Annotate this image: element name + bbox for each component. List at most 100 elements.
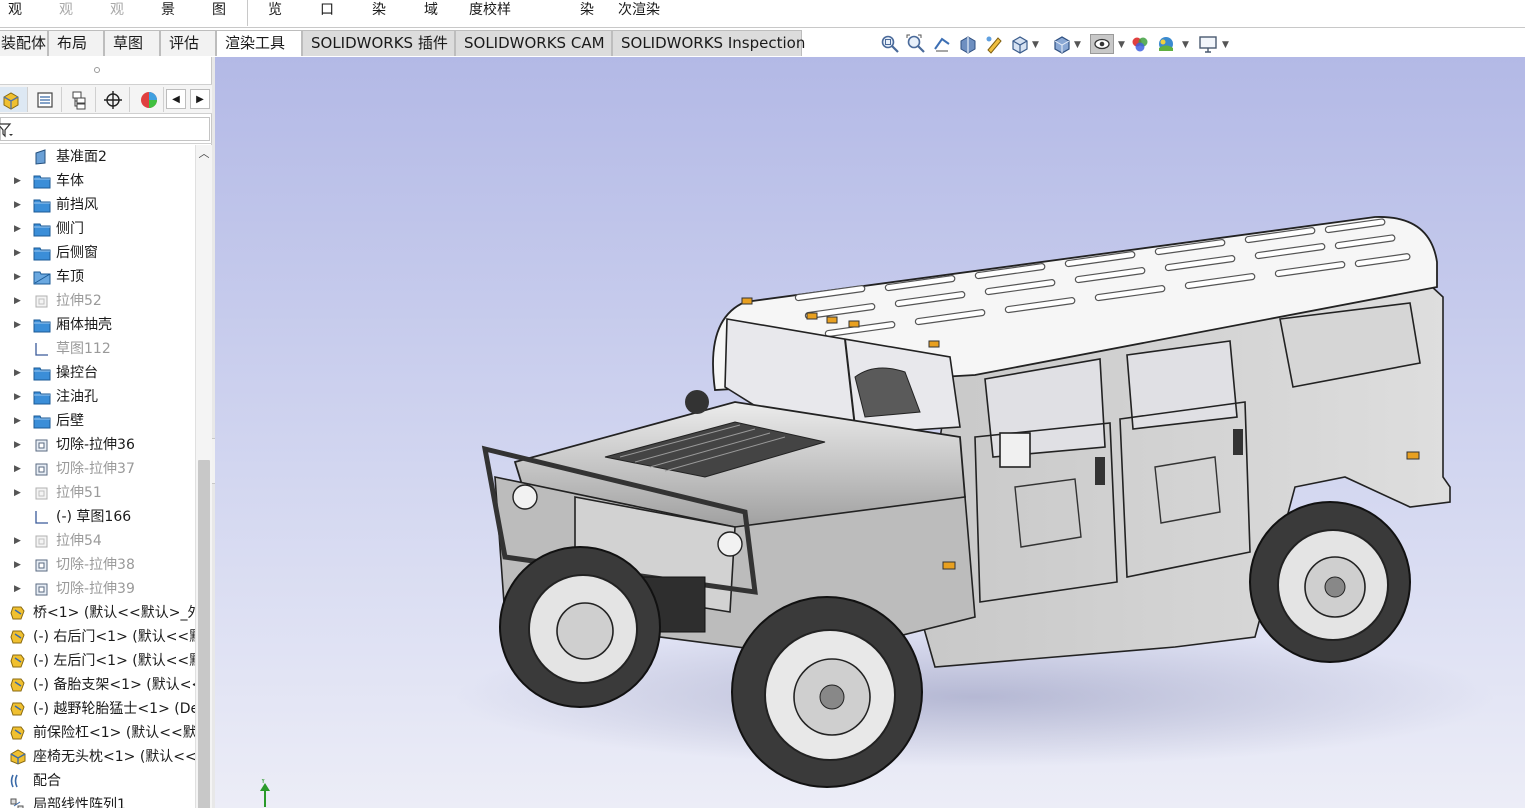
- cmd-item-2[interactable]: 观: [110, 1, 124, 19]
- tree-item[interactable]: 前保险杠<1> (默认<<默认: [0, 721, 196, 745]
- tree-item[interactable]: 基准面2: [0, 145, 196, 169]
- tree-item[interactable]: ▶ 切除-拉伸37: [0, 457, 196, 481]
- tab-sketch[interactable]: 草图: [104, 30, 160, 56]
- tab-scroll-right-icon[interactable]: ▶: [190, 89, 210, 109]
- tab-scroll-left-icon[interactable]: ◀: [166, 89, 186, 109]
- view-orientation-caret-icon[interactable]: ▼: [1032, 40, 1039, 50]
- tree-item[interactable]: 配合: [0, 769, 196, 793]
- tree-item[interactable]: (-) 右后门<1> (默认<<默: [0, 625, 196, 649]
- cmd-item-7[interactable]: 染: [372, 1, 386, 19]
- zoom-to-area-icon[interactable]: [906, 34, 926, 54]
- expand-arrow-icon[interactable]: ▶: [14, 265, 22, 289]
- apply-scene-icon[interactable]: [1156, 34, 1176, 54]
- tree-item[interactable]: (-) 草图166: [0, 505, 196, 529]
- heads-up-view-toolbar: ▼ ▼ ▼ ▼ ▼: [878, 32, 1238, 56]
- expand-arrow-icon[interactable]: ▶: [14, 457, 22, 481]
- tree-item[interactable]: ▶ 车顶: [0, 265, 196, 289]
- scroll-up-icon[interactable]: ︿: [196, 147, 212, 161]
- tree-scrollbar[interactable]: ︿: [195, 145, 212, 808]
- tree-item-label: 后侧窗: [56, 245, 98, 261]
- feature-manager-tab-icon[interactable]: [0, 87, 28, 112]
- cmd-item-6[interactable]: 口: [320, 1, 334, 19]
- cmd-item-1[interactable]: 观: [59, 1, 73, 19]
- tree-item[interactable]: ▶ 操控台: [0, 361, 196, 385]
- tab-solidworks-inspection[interactable]: SOLIDWORKS Inspection: [612, 30, 805, 56]
- command-separator: [247, 0, 248, 26]
- expand-arrow-icon[interactable]: ▶: [14, 481, 22, 505]
- panel-grip-icon[interactable]: [94, 67, 100, 73]
- expand-arrow-icon[interactable]: ▶: [14, 313, 22, 337]
- view-settings-caret-icon[interactable]: ▼: [1222, 40, 1229, 50]
- tab-assembly[interactable]: 装配体: [0, 30, 48, 56]
- tree-item[interactable]: ▶ 拉伸52: [0, 289, 196, 313]
- zoom-to-fit-icon[interactable]: [880, 34, 900, 54]
- tree-item[interactable]: 座椅无头枕<1> (默认<<默: [0, 745, 196, 769]
- dynamic-annotation-icon[interactable]: [984, 34, 1004, 54]
- section-view-icon[interactable]: [958, 34, 978, 54]
- configuration-manager-tab-icon[interactable]: [62, 87, 96, 112]
- view-orientation-icon[interactable]: [1010, 34, 1030, 54]
- tree-item[interactable]: 草图112: [0, 337, 196, 361]
- tree-item[interactable]: ▶ 车体: [0, 169, 196, 193]
- tab-evaluate[interactable]: 评估: [160, 30, 216, 56]
- dimxpert-manager-tab-icon[interactable]: [96, 87, 130, 112]
- hide-show-caret-icon[interactable]: ▼: [1118, 40, 1125, 50]
- expand-arrow-icon[interactable]: ▶: [14, 289, 22, 313]
- tree-filter-row: [0, 114, 212, 144]
- tab-layout[interactable]: 布局: [48, 30, 104, 56]
- cmd-item-4[interactable]: 图: [212, 1, 226, 19]
- expand-arrow-icon[interactable]: ▶: [14, 385, 22, 409]
- cmd-item-3[interactable]: 景: [161, 1, 175, 19]
- previous-view-icon[interactable]: [932, 34, 952, 54]
- expand-arrow-icon[interactable]: ▶: [14, 577, 22, 601]
- tree-item[interactable]: ▶ 切除-拉伸36: [0, 433, 196, 457]
- tree-item[interactable]: ▶ 注油孔: [0, 385, 196, 409]
- expand-arrow-icon[interactable]: ▶: [14, 409, 22, 433]
- expand-arrow-icon[interactable]: ▶: [14, 553, 22, 577]
- cmd-item-9[interactable]: 度校样: [469, 1, 511, 19]
- tree-item[interactable]: ▶ 切除-拉伸39: [0, 577, 196, 601]
- expand-arrow-icon[interactable]: ▶: [14, 529, 22, 553]
- tree-item-label: 拉伸51: [56, 485, 102, 501]
- tab-solidworks-cam[interactable]: SOLIDWORKS CAM: [455, 30, 612, 56]
- tree-item[interactable]: ▶ 后壁: [0, 409, 196, 433]
- tab-solidworks-addins[interactable]: SOLIDWORKS 插件: [302, 30, 455, 56]
- apply-scene-caret-icon[interactable]: ▼: [1182, 40, 1189, 50]
- expand-arrow-icon[interactable]: ▶: [14, 241, 22, 265]
- tree-filter-input[interactable]: [0, 117, 210, 141]
- tree-item[interactable]: (-) 越野轮胎猛士<1> (Def: [0, 697, 196, 721]
- view-settings-icon[interactable]: [1198, 34, 1218, 54]
- expand-arrow-icon[interactable]: ▶: [14, 193, 22, 217]
- cmd-item-5[interactable]: 览: [268, 1, 282, 19]
- cmd-item-10[interactable]: 染: [580, 1, 594, 19]
- expand-arrow-icon[interactable]: ▶: [14, 217, 22, 241]
- cmd-item-11[interactable]: 次渲染: [618, 1, 660, 19]
- tree-item[interactable]: ▶ 厢体抽壳: [0, 313, 196, 337]
- expand-arrow-icon[interactable]: ▶: [14, 433, 22, 457]
- expand-arrow-icon[interactable]: ▶: [14, 169, 22, 193]
- display-style-icon[interactable]: [1052, 34, 1072, 54]
- tree-item[interactable]: ▶ 拉伸54: [0, 529, 196, 553]
- suv-assembly-model[interactable]: [215, 57, 1525, 808]
- tree-item[interactable]: ▶ 后侧窗: [0, 241, 196, 265]
- cut-extrude-icon: [33, 437, 51, 453]
- cmd-item-8[interactable]: 域: [424, 1, 438, 19]
- tree-item[interactable]: ▶ 侧门: [0, 217, 196, 241]
- edit-appearance-icon[interactable]: [1130, 34, 1150, 54]
- tab-render-tools[interactable]: 渲染工具: [216, 30, 302, 56]
- display-style-caret-icon[interactable]: ▼: [1074, 40, 1081, 50]
- tree-item[interactable]: (-) 备胎支架<1> (默认<<: [0, 673, 196, 697]
- tree-item[interactable]: ▶ 拉伸51: [0, 481, 196, 505]
- property-manager-tab-icon[interactable]: [28, 87, 62, 112]
- tree-item[interactable]: 桥<1> (默认<<默认>_外: [0, 601, 196, 625]
- expand-arrow-icon[interactable]: ▶: [14, 361, 22, 385]
- scrollbar-thumb[interactable]: [198, 460, 210, 808]
- cmd-item-0[interactable]: 观: [8, 1, 22, 19]
- hide-show-items-icon[interactable]: [1090, 34, 1114, 54]
- graphics-viewport[interactable]: Y: [215, 57, 1525, 808]
- tree-item[interactable]: ▶ 切除-拉伸38: [0, 553, 196, 577]
- tree-item[interactable]: 局部线性阵列1: [0, 793, 196, 808]
- tree-item[interactable]: (-) 左后门<1> (默认<<默: [0, 649, 196, 673]
- display-manager-tab-icon[interactable]: [130, 87, 164, 112]
- tree-item[interactable]: ▶ 前挡风: [0, 193, 196, 217]
